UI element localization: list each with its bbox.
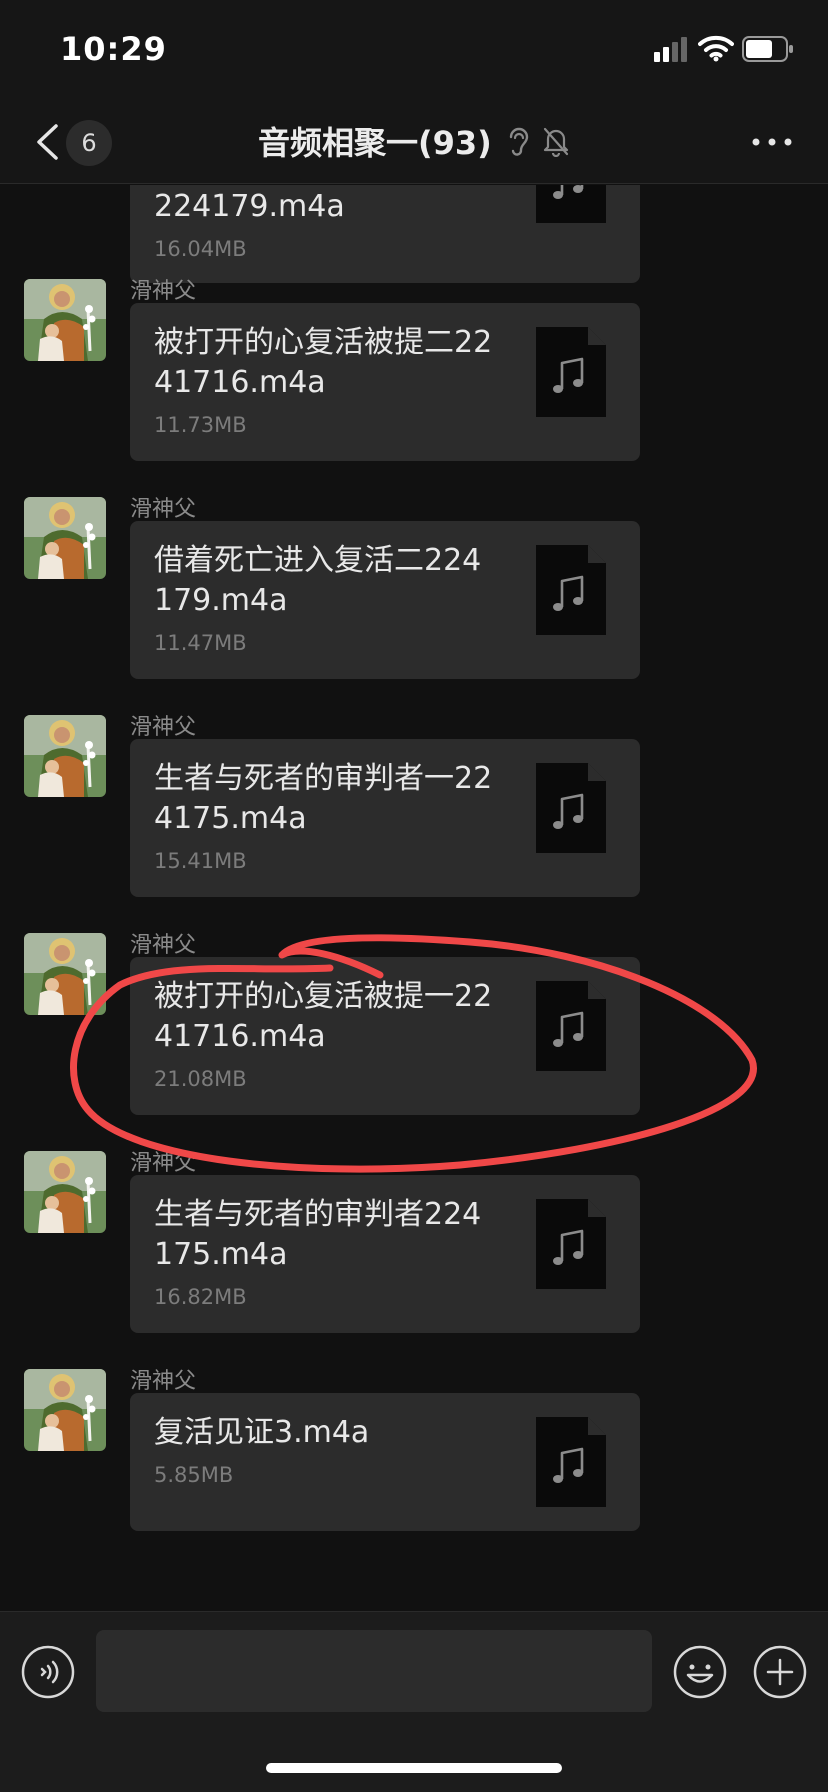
sender-name: 滑神父: [130, 933, 197, 958]
file-message-bubble[interactable]: 借着死亡进入复活二224179.m4a 11.47MB: [130, 521, 640, 679]
more-dots-icon[interactable]: [748, 124, 796, 160]
sender-name: 滑神父: [130, 1151, 197, 1176]
plus-icon[interactable]: [752, 1644, 808, 1700]
file-size: 11.73MB: [154, 413, 247, 437]
avatar[interactable]: [24, 933, 106, 1015]
file-size: 21.08MB: [154, 1067, 247, 1091]
avatar[interactable]: [24, 279, 106, 361]
audio-file-icon: [536, 545, 606, 635]
sender-name: 滑神父: [130, 497, 197, 522]
sender-name: 滑神父: [130, 715, 197, 740]
message-input[interactable]: [96, 1630, 652, 1712]
file-name: 生者与死者的审判者一224175.m4a: [154, 761, 493, 836]
file-size: 11.47MB: [154, 631, 247, 655]
file-name: 被打开的心复活被提一2241716.m4a: [154, 979, 493, 1054]
file-size: 5.85MB: [154, 1463, 234, 1487]
audio-file-icon: [536, 981, 606, 1071]
message-list[interactable]: 224179.m4a 16.04MB 滑神父 被打开的心复活被提二2241716…: [0, 185, 828, 1610]
emoji-icon[interactable]: [672, 1644, 728, 1700]
file-message-bubble[interactable]: 被打开的心复活被提一2241716.m4a 21.08MB: [130, 957, 640, 1115]
status-time: 10:29: [60, 30, 167, 68]
file-name: 被打开的心复活被提二2241716.m4a: [154, 325, 493, 400]
avatar[interactable]: [24, 1369, 106, 1451]
cellular-signal-icon: [654, 37, 687, 62]
avatar[interactable]: [24, 497, 106, 579]
battery-icon: [742, 36, 793, 62]
status-bar: 10:29: [0, 0, 828, 100]
home-indicator[interactable]: [266, 1763, 562, 1773]
avatar[interactable]: [24, 715, 106, 797]
file-name: 复活见证3.m4a: [154, 1415, 370, 1450]
audio-file-icon: [536, 1199, 606, 1289]
file-message-bubble[interactable]: 生者与死者的审判者一224175.m4a 15.41MB: [130, 739, 640, 897]
file-size: 16.82MB: [154, 1285, 247, 1309]
file-name: 借着死亡进入复活二224179.m4a: [154, 543, 482, 618]
sender-name: 滑神父: [130, 279, 197, 304]
file-message-bubble[interactable]: 被打开的心复活被提二2241716.m4a 11.73MB: [130, 303, 640, 461]
audio-file-icon: [536, 763, 606, 853]
file-message-bubble[interactable]: 生者与死者的审判者224175.m4a 16.82MB: [130, 1175, 640, 1333]
wifi-icon: [698, 35, 734, 62]
avatar[interactable]: [24, 1151, 106, 1233]
ear-icon: [509, 127, 529, 156]
audio-file-icon: [536, 1417, 606, 1507]
chat-title: 音频相聚一(93): [258, 124, 492, 162]
file-name: 224179.m4a: [154, 189, 345, 224]
voice-icon[interactable]: [20, 1644, 76, 1700]
file-name: 生者与死者的审判者224175.m4a: [154, 1197, 482, 1272]
audio-file-icon: [536, 185, 606, 223]
file-message-bubble[interactable]: 224179.m4a 16.04MB: [130, 185, 640, 283]
chat-header: 6 音频相聚一(93): [0, 100, 828, 184]
file-size: 16.04MB: [154, 237, 247, 261]
audio-file-icon: [536, 327, 606, 417]
bell-mute-icon: [543, 127, 569, 157]
sender-name: 滑神父: [130, 1369, 197, 1394]
chat-title-group: 音频相聚一(93): [0, 118, 828, 164]
file-message-bubble[interactable]: 复活见证3.m4a 5.85MB: [130, 1393, 640, 1531]
file-size: 15.41MB: [154, 849, 247, 873]
